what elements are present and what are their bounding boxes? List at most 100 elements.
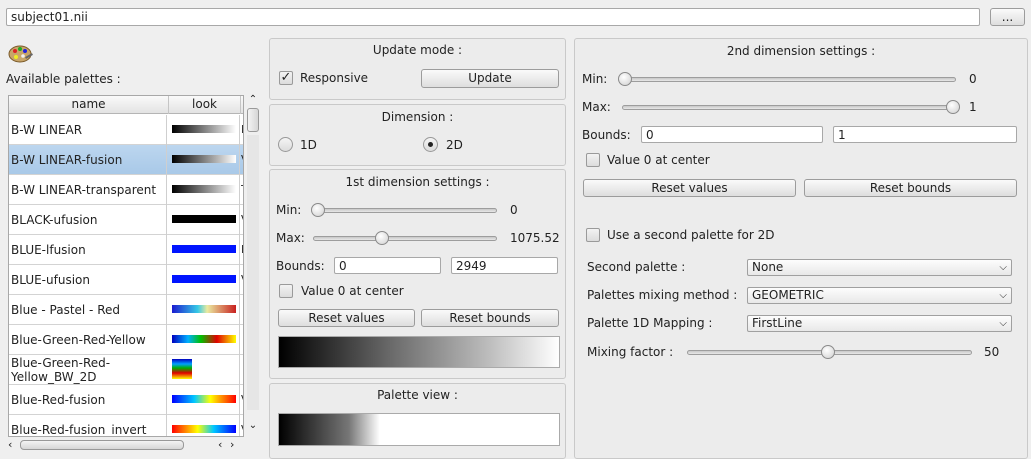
palette-swatch [172, 359, 192, 379]
dim1-center-checkbox[interactable] [279, 284, 293, 298]
column-header-s[interactable]: s [241, 96, 244, 114]
update-mode-title: Update mode : [372, 43, 463, 57]
scroll-down-icon[interactable]: ⌄ [247, 420, 259, 432]
second-palette-value: None [752, 260, 784, 274]
dim1-bound-low-input[interactable]: 0 [334, 257, 441, 274]
update-mode-group: Update mode : ✓ Responsive Update [269, 38, 566, 100]
second-palette-select[interactable]: None ⌵ [747, 259, 1012, 276]
palette-name: Blue - Pastel - Red [11, 295, 167, 325]
dim2-min-slider[interactable] [622, 77, 956, 82]
dim1-max-value: 1075.52 [510, 231, 560, 245]
dim2-min-label: Min: [582, 72, 608, 86]
table-row[interactable]: Blue - Pastel - Red [9, 295, 243, 325]
dim2-min-slider-handle[interactable] [618, 72, 632, 86]
palette-swatch [172, 245, 236, 253]
scroll-left-arrow-icon[interactable]: ‹ [218, 438, 228, 452]
dim2-max-slider[interactable] [622, 105, 956, 110]
palette-look [169, 295, 240, 325]
radio-1d[interactable] [278, 137, 293, 152]
browse-button[interactable]: ... [990, 8, 1025, 26]
scroll-up-icon[interactable]: ⌃ [247, 95, 259, 105]
palette-extra [241, 325, 243, 355]
table-row[interactable]: BLACK-ufusion V [9, 205, 243, 235]
h-scrollbar-handle[interactable] [20, 440, 184, 450]
radio-1d-label: 1D [300, 138, 317, 152]
use-second-palette-checkbox[interactable] [586, 228, 600, 242]
table-row[interactable]: Blue-Green-Red-Yellow [9, 325, 243, 355]
palette-look [169, 325, 240, 355]
dim1-gradient-preview [278, 336, 560, 368]
dim1-max-slider-handle[interactable] [375, 231, 389, 245]
mapping-select[interactable]: FirstLine ⌵ [747, 315, 1012, 332]
dim2-reset-values-button[interactable]: Reset values [583, 179, 796, 197]
palette-extra: I [241, 243, 244, 256]
chevron-down-icon: ⌵ [999, 290, 1007, 301]
palette-swatch [172, 395, 236, 403]
palette-look [169, 115, 240, 145]
palette-table[interactable]: name look s B-W LINEAR I B-W LINEAR-fusion… [8, 95, 244, 437]
mapping-label: Palette 1D Mapping : [587, 316, 713, 330]
dim2-bound-high-input[interactable]: 1 [833, 126, 1017, 143]
table-vertical-scrollbar[interactable]: ⌃ ⌄ [246, 95, 260, 437]
dim1-reset-bounds-button[interactable]: Reset bounds [421, 309, 559, 327]
dim2-max-label: Max: [582, 100, 611, 114]
dim1-max-label: Max: [276, 231, 305, 245]
scrollbar-handle[interactable] [247, 108, 259, 132]
palette-swatch [172, 215, 236, 223]
palette-swatch [172, 305, 236, 313]
dim1-bounds-label: Bounds: [276, 259, 325, 273]
dim1-min-value: 0 [510, 203, 518, 217]
table-row[interactable]: BLUE-lfusion I [9, 235, 243, 265]
table-row[interactable]: BLUE-ufusion V [9, 265, 243, 295]
dimension-title: Dimension : [381, 110, 454, 124]
radio-2d[interactable] [423, 137, 438, 152]
table-horizontal-scrollbar[interactable]: ‹ ‹ › [8, 438, 244, 452]
palette-name: B-W LINEAR [11, 115, 167, 145]
palette-extra [241, 295, 243, 325]
palette-extra: I [241, 123, 244, 136]
dim2-bound-low-input[interactable]: 0 [641, 126, 823, 143]
scroll-right-icon[interactable]: › [230, 438, 240, 452]
palette-swatch [172, 185, 236, 193]
dim1-bound-high-input[interactable]: 2949 [451, 257, 558, 274]
dim2-max-slider-handle[interactable] [946, 100, 960, 114]
dim1-min-slider[interactable] [313, 208, 497, 213]
mapping-value: FirstLine [752, 316, 803, 330]
responsive-checkbox[interactable]: ✓ [279, 71, 293, 85]
scroll-left-icon[interactable]: ‹ [8, 438, 18, 452]
table-row[interactable]: B-W LINEAR I [9, 115, 243, 145]
table-row[interactable]: Blue-Red-fusion V [9, 385, 243, 415]
dim1-title: 1st dimension settings : [345, 175, 490, 189]
palette-name: BLUE-ufusion [11, 265, 167, 295]
table-row[interactable]: Blue-Green-Red-Yellow_BW_2D [9, 355, 243, 385]
palette-name: Blue-Green-Red-Yellow_BW_2D [11, 355, 167, 385]
palette-look [169, 205, 240, 235]
dim2-reset-bounds-button[interactable]: Reset bounds [804, 179, 1017, 197]
table-row[interactable]: B-W LINEAR-fusion V [9, 145, 243, 175]
palette-view-group: Palette view : [269, 383, 566, 459]
dim1-reset-values-button[interactable]: Reset values [278, 309, 415, 327]
responsive-label: Responsive [300, 71, 369, 85]
palette-extra [241, 355, 243, 385]
palette-look [169, 385, 240, 415]
mixing-method-select[interactable]: GEOMETRIC ⌵ [747, 287, 1012, 304]
palette-name: Blue-Red-fusion_invert [11, 415, 167, 436]
dim2-bounds-label: Bounds: [582, 128, 631, 142]
palette-name: BLUE-lfusion [11, 235, 167, 265]
column-header-look[interactable]: look [169, 96, 241, 114]
table-row[interactable]: Blue-Red-fusion_invert V [9, 415, 243, 436]
palette-swatch [172, 155, 236, 163]
mixing-factor-slider-handle[interactable] [821, 345, 835, 359]
dim1-min-label: Min: [276, 203, 302, 217]
file-path-input[interactable]: subject01.nii [6, 8, 980, 26]
mixing-method-value: GEOMETRIC [752, 288, 824, 302]
dim2-center-checkbox[interactable] [586, 153, 600, 167]
palette-name: B-W LINEAR-fusion [11, 145, 167, 175]
update-button[interactable]: Update [421, 69, 559, 88]
palette-look [169, 235, 240, 265]
column-header-name[interactable]: name [9, 96, 169, 114]
chevron-down-icon: ⌵ [999, 318, 1007, 329]
dim1-max-slider[interactable] [313, 236, 497, 241]
table-row[interactable]: B-W LINEAR-transparent T [9, 175, 243, 205]
dim1-min-slider-handle[interactable] [311, 203, 325, 217]
